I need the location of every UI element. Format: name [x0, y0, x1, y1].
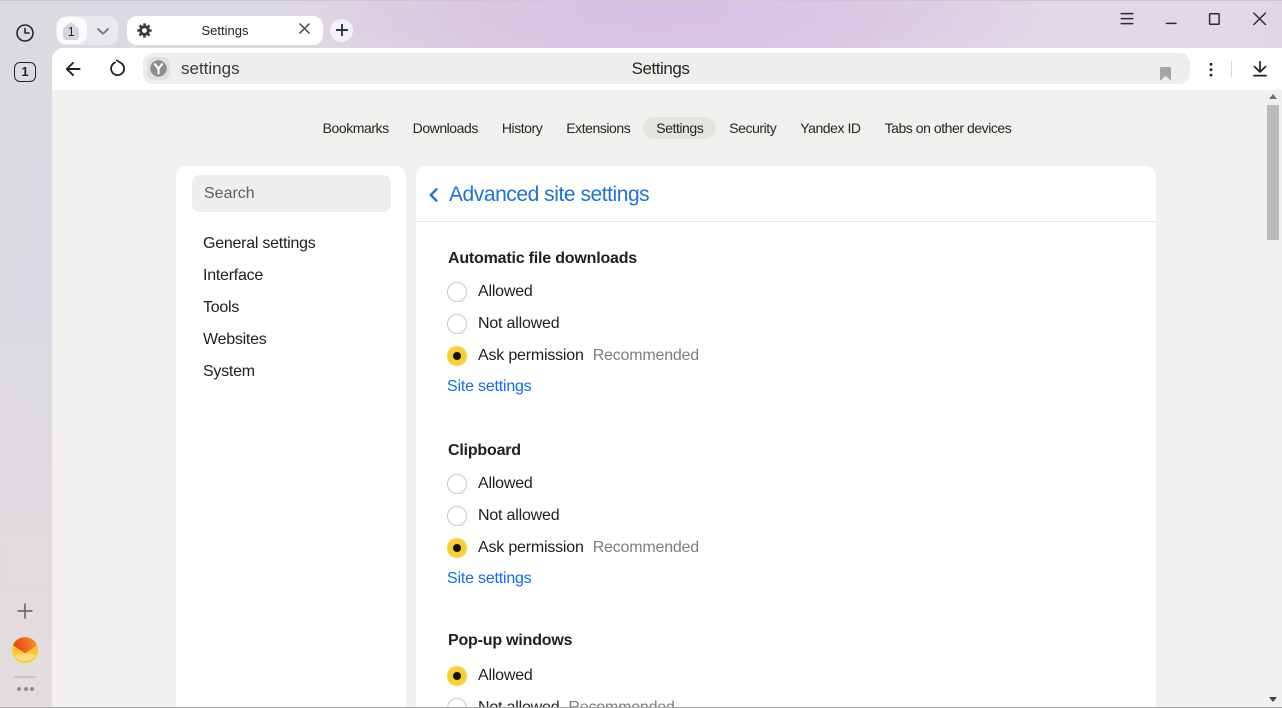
- svg-text:1: 1: [68, 25, 75, 39]
